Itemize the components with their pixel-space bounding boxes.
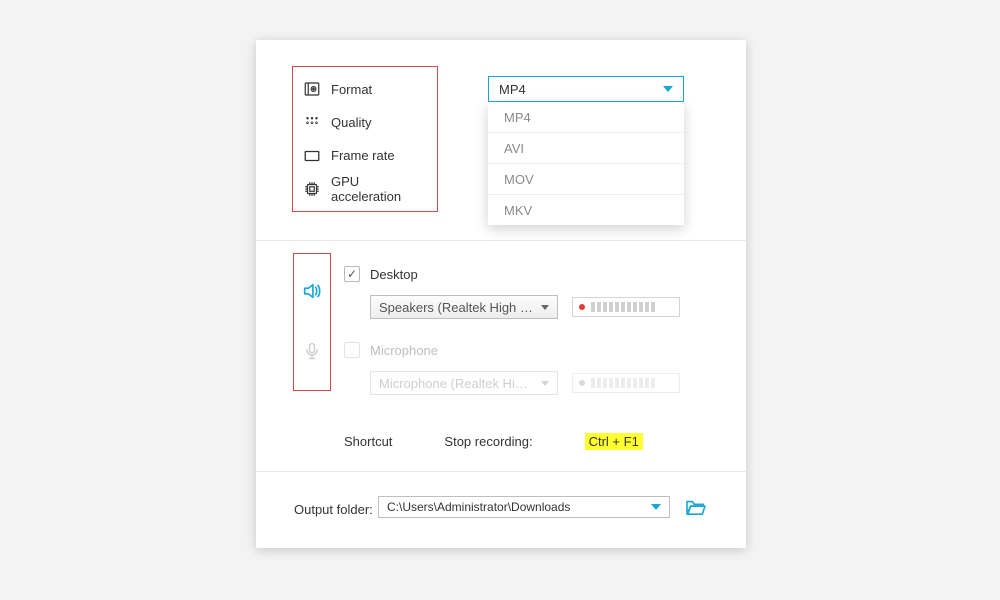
- chevron-down-icon: [651, 504, 661, 510]
- chevron-down-icon: [541, 305, 549, 310]
- record-dot-icon: [579, 380, 585, 386]
- desktop-audio-checkbox[interactable]: [344, 266, 360, 282]
- microphone-audio-checkbox[interactable]: [344, 342, 360, 358]
- quality-icon: [303, 113, 321, 131]
- framerate-icon: [303, 147, 321, 165]
- settings-item-label: Quality: [331, 115, 427, 130]
- settings-item-quality[interactable]: Quality: [303, 108, 427, 136]
- format-dropdown: MP4 MP4 AVI MOV MKV: [488, 76, 684, 225]
- format-dropdown-list: MP4 AVI MOV MKV: [488, 102, 684, 225]
- gpu-icon: [303, 180, 321, 198]
- output-folder-select[interactable]: C:\Users\Administrator\Downloads: [378, 496, 670, 518]
- shortcut-key[interactable]: Ctrl + F1: [585, 433, 643, 450]
- microphone-audio-label: Microphone: [370, 343, 438, 358]
- desktop-device-row: Speakers (Realtek High De...: [344, 295, 724, 319]
- shortcut-action-label: Stop recording:: [444, 434, 532, 449]
- microphone-level-meter: [572, 373, 680, 393]
- settings-categories: Format Quality: [292, 66, 438, 212]
- format-selected-value: MP4: [499, 82, 526, 97]
- settings-item-framerate[interactable]: Frame rate: [303, 142, 427, 170]
- level-bars: [591, 302, 655, 312]
- shortcut-title: Shortcut: [344, 434, 392, 449]
- microphone-device-value: Microphone (Realtek High ...: [379, 376, 535, 391]
- settings-item-label: Frame rate: [331, 148, 427, 163]
- settings-item-label: Format: [331, 82, 427, 97]
- format-option-mp4[interactable]: MP4: [488, 102, 684, 133]
- level-bars: [591, 378, 655, 388]
- desktop-device-value: Speakers (Realtek High De...: [379, 300, 535, 315]
- video-settings-section: Format Quality: [256, 40, 746, 241]
- desktop-level-meter: [572, 297, 680, 317]
- desktop-device-select[interactable]: Speakers (Realtek High De...: [370, 295, 558, 319]
- output-folder-path: C:\Users\Administrator\Downloads: [387, 500, 645, 514]
- settings-item-label: GPU acceleration: [331, 174, 427, 204]
- audio-source-icons: [293, 253, 331, 391]
- open-folder-button[interactable]: [684, 496, 708, 518]
- format-icon: [303, 80, 321, 98]
- settings-panel: Format Quality: [256, 40, 746, 548]
- microphone-audio-row: Microphone: [344, 339, 724, 361]
- desktop-audio-block: Desktop Speakers (Realtek High De...: [344, 263, 724, 319]
- settings-item-format[interactable]: Format: [303, 75, 427, 103]
- microphone-audio-block: Microphone Microphone (Realtek High ...: [344, 339, 724, 395]
- output-section: Output folder: C:\Users\Administrator\Do…: [256, 472, 746, 550]
- output-folder-label: Output folder:: [294, 502, 373, 517]
- format-option-avi[interactable]: AVI: [488, 133, 684, 164]
- speaker-icon: [301, 280, 323, 305]
- microphone-device-row: Microphone (Realtek High ...: [344, 371, 724, 395]
- desktop-audio-label: Desktop: [370, 267, 418, 282]
- desktop-audio-row: Desktop: [344, 263, 724, 285]
- format-option-mov[interactable]: MOV: [488, 164, 684, 195]
- microphone-icon: [302, 341, 322, 364]
- audio-settings-section: Desktop Speakers (Realtek High De...: [256, 241, 746, 472]
- shortcut-row: Shortcut Stop recording: Ctrl + F1: [344, 433, 643, 450]
- chevron-down-icon: [541, 381, 549, 386]
- microphone-device-select: Microphone (Realtek High ...: [370, 371, 558, 395]
- format-dropdown-button[interactable]: MP4: [488, 76, 684, 102]
- format-option-mkv[interactable]: MKV: [488, 195, 684, 225]
- folder-icon: [685, 498, 707, 516]
- chevron-down-icon: [663, 86, 673, 92]
- record-dot-icon: [579, 304, 585, 310]
- settings-item-gpu[interactable]: GPU acceleration: [303, 175, 427, 203]
